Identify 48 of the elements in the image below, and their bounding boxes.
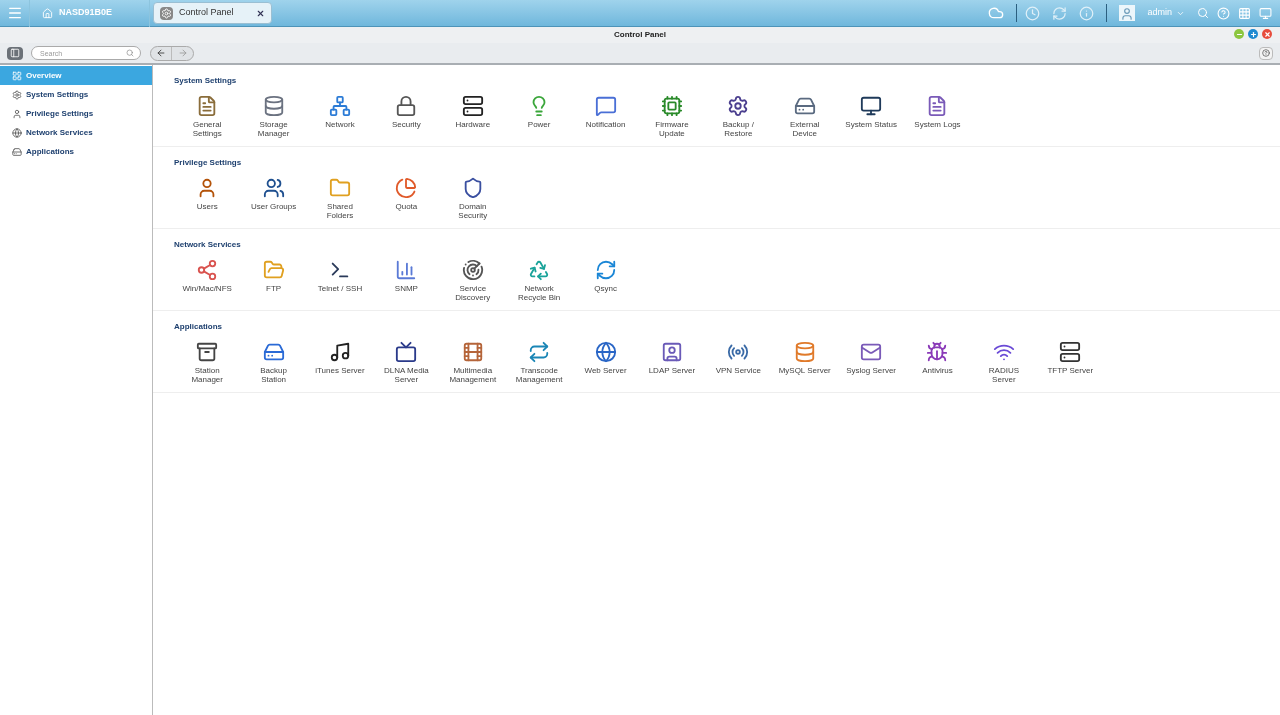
section-title: System Settings	[174, 75, 238, 87]
control-panel-item[interactable]: Notification	[572, 95, 639, 138]
sidebar-item[interactable]: Applications	[0, 142, 152, 161]
control-panel-item[interactable]: Shared Folders	[306, 177, 374, 220]
control-panel-item[interactable]: Backup Station	[240, 341, 307, 384]
control-panel-item[interactable]: Users	[174, 177, 241, 220]
sidebar-item[interactable]: Network Services	[0, 123, 152, 142]
window-title: Control Panel	[614, 29, 666, 41]
control-panel-item[interactable]: Domain Security	[439, 177, 506, 220]
control-panel-item[interactable]: Firmware Update	[638, 95, 706, 138]
control-panel-item[interactable]: Transcode Management	[505, 341, 573, 384]
section-title: Applications	[174, 321, 223, 333]
control-panel-item[interactable]: Quota	[373, 177, 440, 220]
control-panel-item[interactable]: Storage Manager	[240, 95, 307, 138]
control-panel-item[interactable]: MySQL Server	[771, 341, 838, 384]
control-panel-item[interactable]: Network Recycle Bin	[505, 259, 573, 302]
window-tab[interactable]: Control Panel	[153, 2, 272, 24]
control-panel-item[interactable]: Network	[306, 95, 374, 138]
control-panel-item[interactable]: VPN Service	[705, 341, 772, 384]
control-panel-item[interactable]: Multimedia Management	[439, 341, 506, 384]
control-panel-item[interactable]: Qsync	[572, 259, 639, 302]
control-panel-item[interactable]: Power	[505, 95, 573, 138]
control-panel-item[interactable]: iTunes Server	[306, 341, 374, 384]
control-panel-item[interactable]: Antivirus	[904, 341, 971, 384]
control-panel-item[interactable]: System Status	[837, 95, 905, 138]
control-panel-item[interactable]: Security	[373, 95, 440, 138]
section-title: Privilege Settings	[174, 157, 243, 169]
control-panel-item[interactable]: User Groups	[240, 177, 307, 220]
control-panel-item[interactable]: RADIUS Server	[970, 341, 1038, 384]
section-title: Network Services	[174, 239, 242, 251]
control-panel-item[interactable]: Hardware	[439, 95, 506, 138]
control-panel-item[interactable]: FTP	[240, 259, 307, 302]
control-panel-item[interactable]: Syslog Server	[837, 341, 905, 384]
control-panel-item[interactable]: LDAP Server	[638, 341, 706, 384]
control-panel-item[interactable]: Backup / Restore	[705, 95, 772, 138]
control-panel-item[interactable]: Web Server	[572, 341, 639, 384]
control-panel-item[interactable]: Service Discovery	[439, 259, 506, 302]
sidebar-item[interactable]: System Settings	[0, 85, 152, 104]
control-panel-item[interactable]: DLNA Media Server	[373, 341, 440, 384]
control-panel-item[interactable]: Station Manager	[174, 341, 241, 384]
control-panel-item[interactable]: Win/Mac/NFS	[174, 259, 241, 302]
sidebar-item[interactable]: Privilege Settings	[0, 104, 152, 123]
control-panel-item[interactable]: General Settings	[174, 95, 241, 138]
control-panel-item[interactable]: SNMP	[373, 259, 440, 302]
control-panel-item[interactable]: External Device	[771, 95, 838, 138]
control-panel-item[interactable]: TFTP Server	[1037, 341, 1104, 384]
control-panel-item[interactable]: System Logs	[904, 95, 971, 138]
control-panel-item[interactable]: Telnet / SSH	[306, 259, 374, 302]
